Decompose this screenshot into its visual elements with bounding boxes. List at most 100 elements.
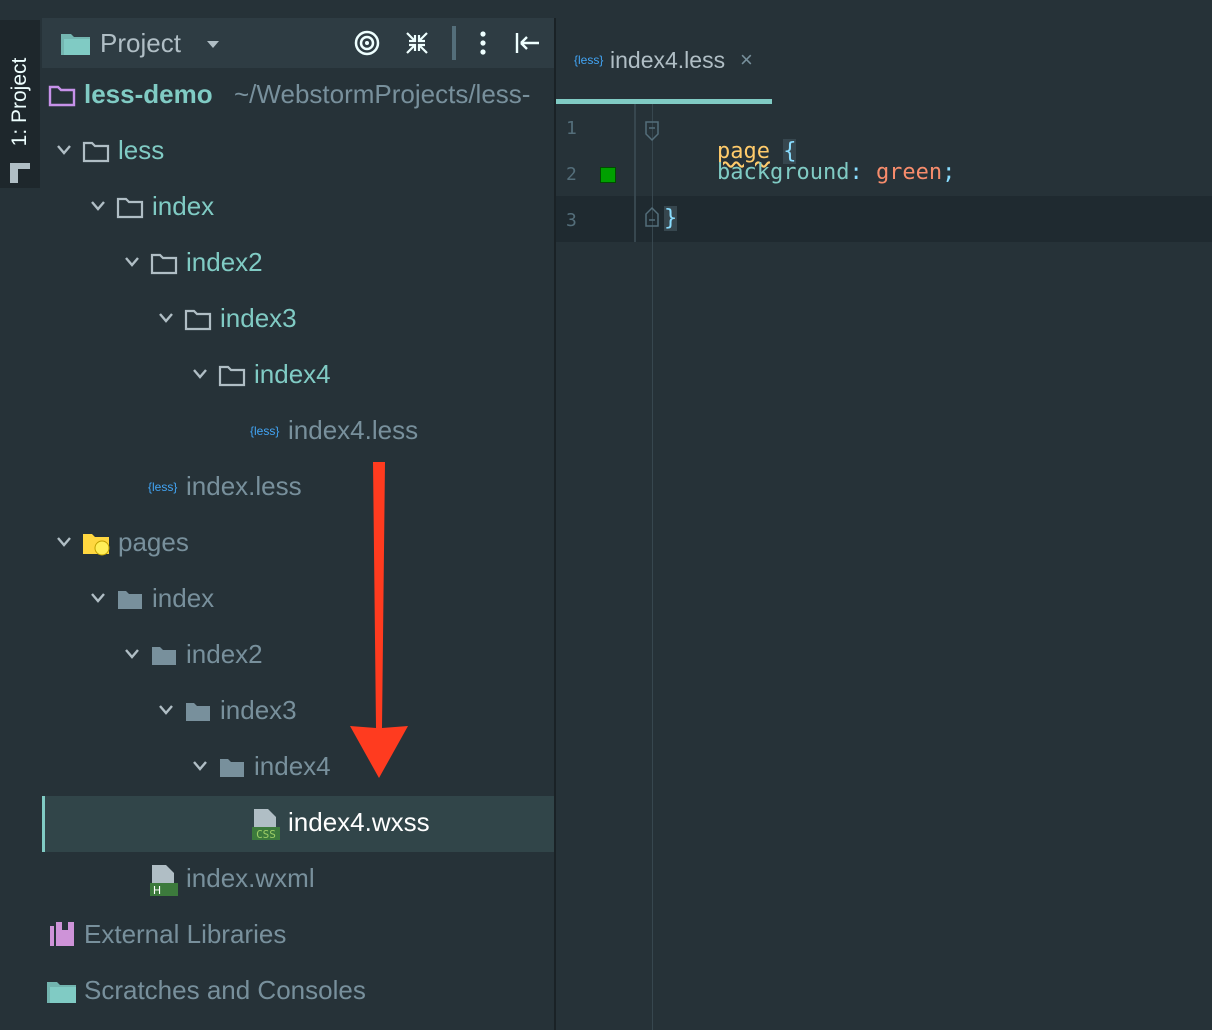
tree-row-index4[interactable]: index4: [42, 348, 554, 404]
tree-row-index4-less[interactable]: {less} index4.less: [42, 404, 554, 460]
red-arrow-annotation: [350, 462, 408, 778]
editor-tab-title: index4.less: [610, 47, 726, 73]
chevron-down-icon[interactable]: [158, 704, 174, 716]
folder-icon: [150, 253, 178, 275]
css-file-icon: CSS: [252, 809, 280, 841]
tree-label: Scratches and Consoles: [84, 975, 366, 1005]
tree-label: less: [118, 135, 165, 165]
chevron-down-icon[interactable]: [124, 256, 140, 268]
colon-token: :: [849, 160, 863, 185]
editor-tab[interactable]: {less} index4.less ×: [556, 18, 772, 104]
project-tool-tab-label: 1: Project: [8, 57, 31, 147]
fold-icon[interactable]: [644, 120, 660, 142]
tree-label: index4.wxss: [288, 807, 430, 837]
fold-icon[interactable]: [644, 206, 660, 228]
value-token: green: [875, 160, 943, 185]
structure-icon: [10, 163, 30, 183]
more-options-icon[interactable]: [470, 30, 496, 56]
chevron-down-icon[interactable]: [158, 312, 174, 324]
collapse-all-icon[interactable]: [404, 30, 430, 56]
locate-icon[interactable]: [354, 30, 380, 56]
tree-label: External Libraries: [84, 919, 287, 949]
tree-row-pages[interactable]: pages: [42, 516, 554, 572]
line-number: 2: [566, 164, 577, 185]
active-tab-indicator: [556, 99, 772, 104]
tree-label: index4: [254, 359, 331, 389]
tree-row-external-libraries[interactable]: External Libraries: [42, 908, 554, 964]
tree-row-less[interactable]: less: [42, 124, 554, 180]
folder-icon: [118, 591, 142, 609]
folder-icon: [218, 365, 246, 387]
tree-label: index3: [220, 303, 297, 333]
tool-window-strip: 1: Project: [0, 0, 40, 1030]
less-file-icon: {less}: [574, 53, 604, 67]
close-icon[interactable]: ×: [740, 47, 753, 73]
tree-row-index-wxml[interactable]: H index.wxml: [42, 852, 554, 908]
library-icon: [50, 922, 74, 946]
gutter-separator: [634, 104, 636, 242]
tree-label: index: [152, 191, 215, 221]
tree-label: index4.less: [288, 415, 419, 445]
tree-label: index3: [220, 695, 297, 725]
chevron-down-icon[interactable]: [56, 536, 72, 548]
tree-row-index3[interactable]: index3: [42, 292, 554, 348]
tree-row-pages-index[interactable]: index: [42, 572, 554, 628]
tree-row-pages-index3[interactable]: index3: [42, 684, 554, 740]
tree-row-index[interactable]: index: [42, 180, 554, 236]
hide-panel-icon[interactable]: [514, 30, 540, 56]
tree-label: index2: [186, 639, 263, 669]
chevron-down-icon[interactable]: [90, 592, 106, 604]
project-panel: Project less-demo ~/WebstormProjects/les…: [42, 0, 554, 1030]
folder-icon: [186, 703, 210, 721]
code-line-3[interactable]: }: [664, 206, 678, 231]
tree-label: index4: [254, 751, 331, 781]
chevron-down-icon[interactable]: [90, 200, 106, 212]
project-folder-icon: [61, 34, 90, 55]
tree-label: less-demo: [84, 79, 213, 109]
project-panel-header: Project: [42, 18, 554, 68]
semicolon-token: ;: [942, 160, 956, 185]
tree-label: index.less: [186, 471, 302, 501]
chevron-down-icon[interactable]: [56, 144, 72, 156]
line-number: 1: [566, 118, 577, 139]
tree-row-pages-index2[interactable]: index2: [42, 628, 554, 684]
chevron-down-icon[interactable]: [192, 760, 208, 772]
brace-token: }: [664, 206, 678, 231]
editor: {less} index4.less × 1 page { 2 backgrou…: [556, 18, 1212, 1030]
scratches-folder-icon: [47, 982, 76, 1003]
property-token: background: [716, 160, 850, 185]
indent-guide: [652, 104, 653, 1030]
html-file-icon: H: [150, 865, 178, 897]
tree-row-less-demo[interactable]: less-demo ~/WebstormProjects/less-: [42, 68, 554, 124]
project-path: ~/WebstormProjects/less-: [234, 79, 531, 109]
tree-row-index4-wxss[interactable]: CSS index4.wxss: [42, 796, 554, 852]
web-folder-icon: [83, 534, 110, 556]
html-badge-text: H: [153, 884, 161, 897]
css-badge-text: CSS: [256, 828, 276, 841]
chevron-down-icon[interactable]: [124, 648, 140, 660]
chevron-down-icon[interactable]: [206, 40, 220, 50]
folder-icon: [220, 759, 244, 777]
tree-row-scratches[interactable]: Scratches and Consoles: [42, 964, 554, 1020]
header-divider: [452, 26, 456, 60]
module-folder-icon: [48, 85, 76, 107]
tree-label: index2: [186, 247, 263, 277]
color-preview-swatch[interactable]: [600, 167, 616, 183]
tree-label: index.wxml: [186, 863, 315, 893]
chevron-down-icon[interactable]: [192, 368, 208, 380]
tree-label: index: [152, 583, 215, 613]
less-file-icon: {less}: [148, 480, 178, 494]
folder-icon: [116, 197, 144, 219]
line-number: 3: [566, 210, 577, 231]
folder-icon: [82, 141, 110, 163]
folder-icon: [152, 647, 176, 665]
code-line-2[interactable]: background: green;: [664, 160, 955, 185]
tree-row-index-less[interactable]: {less} index.less: [42, 460, 554, 516]
project-tool-tab[interactable]: 1: Project: [0, 20, 40, 188]
tree-row-index2[interactable]: index2: [42, 236, 554, 292]
tree-label: pages: [118, 527, 189, 557]
less-file-icon: {less}: [250, 424, 280, 438]
folder-icon: [184, 309, 212, 331]
tree-row-pages-index4[interactable]: index4: [42, 740, 554, 796]
panel-title[interactable]: Project: [100, 28, 181, 59]
